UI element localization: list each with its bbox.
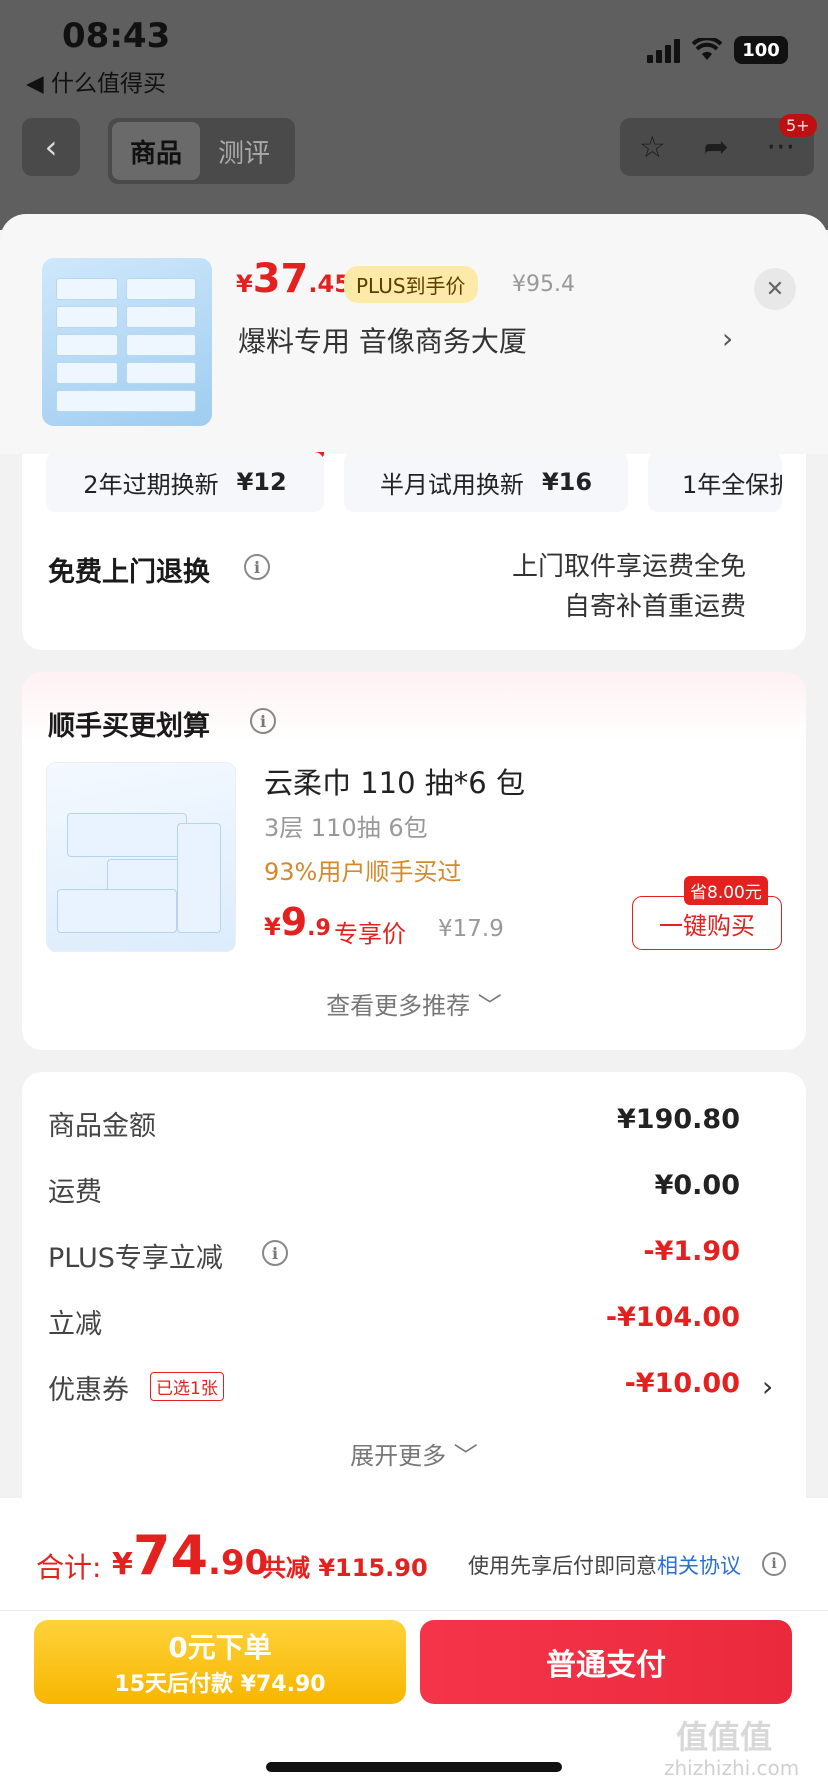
signal-icon (647, 37, 680, 63)
recommend-popularity: 93%用户顺手买过 (264, 858, 462, 886)
service-option-1[interactable]: 2年过期换新 ¥12 (46, 452, 324, 512)
product-thumbnail (42, 258, 212, 426)
pay-later-line2: 15天后付款 ¥74.90 (114, 1672, 326, 1697)
battery-icon: 100 (734, 36, 788, 64)
summary-label-coupon[interactable]: 优惠券 (48, 1368, 129, 1407)
return-detail-line1: 上门取件享运费全免 (511, 552, 746, 582)
price-integer: 9 (280, 900, 308, 944)
chevron-right-icon[interactable]: › (722, 322, 733, 355)
exclusive-price-label: 专享价 (334, 920, 406, 948)
pay-later-line1: 0元下单 (168, 1631, 272, 1664)
price-decimal: .90 (208, 1543, 269, 1583)
recommend-product-spec: 3层 110抽 6包 (264, 814, 428, 842)
info-icon[interactable]: i (762, 1552, 786, 1576)
back-to-app-link[interactable]: ◀ 什么值得买 (26, 64, 166, 98)
price-integer: 37 (252, 256, 309, 302)
product-price: ¥ 37 .45 (236, 256, 351, 302)
summary-value-discount: -¥104.00 (605, 1302, 740, 1333)
save-badge: 省8.00元 (684, 876, 768, 905)
service-option-3[interactable]: 1年全保折 (648, 452, 782, 512)
delivery-address[interactable]: 爆料专用 音像商务大厦 (238, 320, 527, 360)
recommend-title: 顺手买更划算 (48, 711, 210, 742)
recommend-product-title[interactable]: 云柔巾 110 抽*6 包 (264, 760, 525, 802)
agreement-link[interactable]: 相关协议 (657, 1554, 741, 1578)
info-icon[interactable]: i (244, 554, 270, 580)
divider (0, 1610, 828, 1611)
tab-product[interactable]: 商品 (112, 122, 201, 180)
total-label: 合计: (36, 1551, 102, 1584)
service-option-label: 半月试用换新 (379, 470, 524, 499)
agreement-text: 使用先享后付即同意相关协议 (468, 1550, 741, 1580)
price-decimal: .9 (307, 916, 331, 941)
summary-label-plus: PLUS专享立减 (48, 1243, 223, 1274)
summary-label-goods: 商品金额 (48, 1111, 156, 1142)
watermark-url: zhizhizhi.com (664, 1756, 800, 1780)
nav-tab-group: 商品 测评 (108, 118, 295, 184)
free-return-title: 免费上门退换 (48, 557, 210, 588)
more-recommend-link[interactable]: 查看更多推荐 ﹀ (0, 986, 828, 1021)
chevron-right-icon[interactable]: › (762, 1370, 773, 1403)
info-icon[interactable]: i (250, 708, 276, 734)
close-button[interactable]: ✕ (754, 268, 796, 310)
watermark-logo: 值值值 (676, 1718, 773, 1756)
recommend-price: ¥ 9 .9 (264, 900, 331, 944)
service-option-price: ¥16 (541, 468, 593, 496)
price-currency: ¥ (112, 1547, 133, 1582)
recommend-product-image[interactable] (46, 762, 236, 952)
service-option-2[interactable]: 半月试用换新 ¥16 (344, 452, 628, 512)
price-currency: ¥ (236, 270, 253, 298)
coupon-selected-tag: 已选1张 (150, 1372, 224, 1401)
wifi-icon (692, 38, 722, 60)
price-currency: ¥ (264, 913, 281, 941)
original-price: ¥95.4 (512, 272, 575, 297)
notification-badge: 5+ (779, 114, 817, 137)
normal-pay-button[interactable]: 普通支付 (420, 1620, 792, 1704)
status-time: 08:43 (62, 16, 171, 56)
summary-label-shipping: 运费 (48, 1177, 102, 1208)
summary-value-plus: -¥1.90 (643, 1236, 740, 1267)
plus-price-tag: PLUS到手价 (344, 266, 478, 303)
agreement-prefix: 使用先享后付即同意 (468, 1554, 657, 1578)
service-option-price: ¥12 (236, 468, 287, 496)
tab-review[interactable]: 测评 (200, 122, 288, 180)
summary-value-goods: ¥190.80 (617, 1104, 740, 1135)
summary-value-shipping: ¥0.00 (654, 1170, 740, 1201)
price-integer: 74 (132, 1524, 209, 1587)
service-option-label: 2年过期换新 (83, 470, 219, 499)
return-detail-line2: 自寄补首重运费 (563, 592, 746, 622)
share-icon[interactable]: ➦ (704, 130, 729, 165)
total-saving: 共减 ¥115.90 (262, 1554, 428, 1582)
recommend-original-price: ¥17.9 (438, 916, 504, 942)
home-indicator[interactable] (266, 1762, 562, 1772)
star-icon[interactable]: ☆ (639, 130, 666, 165)
service-option-label: 1年全保折 (682, 470, 782, 499)
expand-more-link[interactable]: 展开更多 ﹀ (0, 1436, 828, 1471)
info-icon[interactable]: i (262, 1240, 288, 1266)
total-price: ¥ 74 .90 (112, 1524, 268, 1587)
status-indicators: 100 (647, 36, 788, 64)
summary-label-discount: 立减 (48, 1309, 102, 1340)
summary-value-coupon[interactable]: -¥10.00 (625, 1368, 740, 1399)
pay-later-button[interactable]: 0元下单 15天后付款 ¥74.90 (34, 1620, 406, 1704)
nav-back-button[interactable]: ‹ (22, 118, 80, 176)
